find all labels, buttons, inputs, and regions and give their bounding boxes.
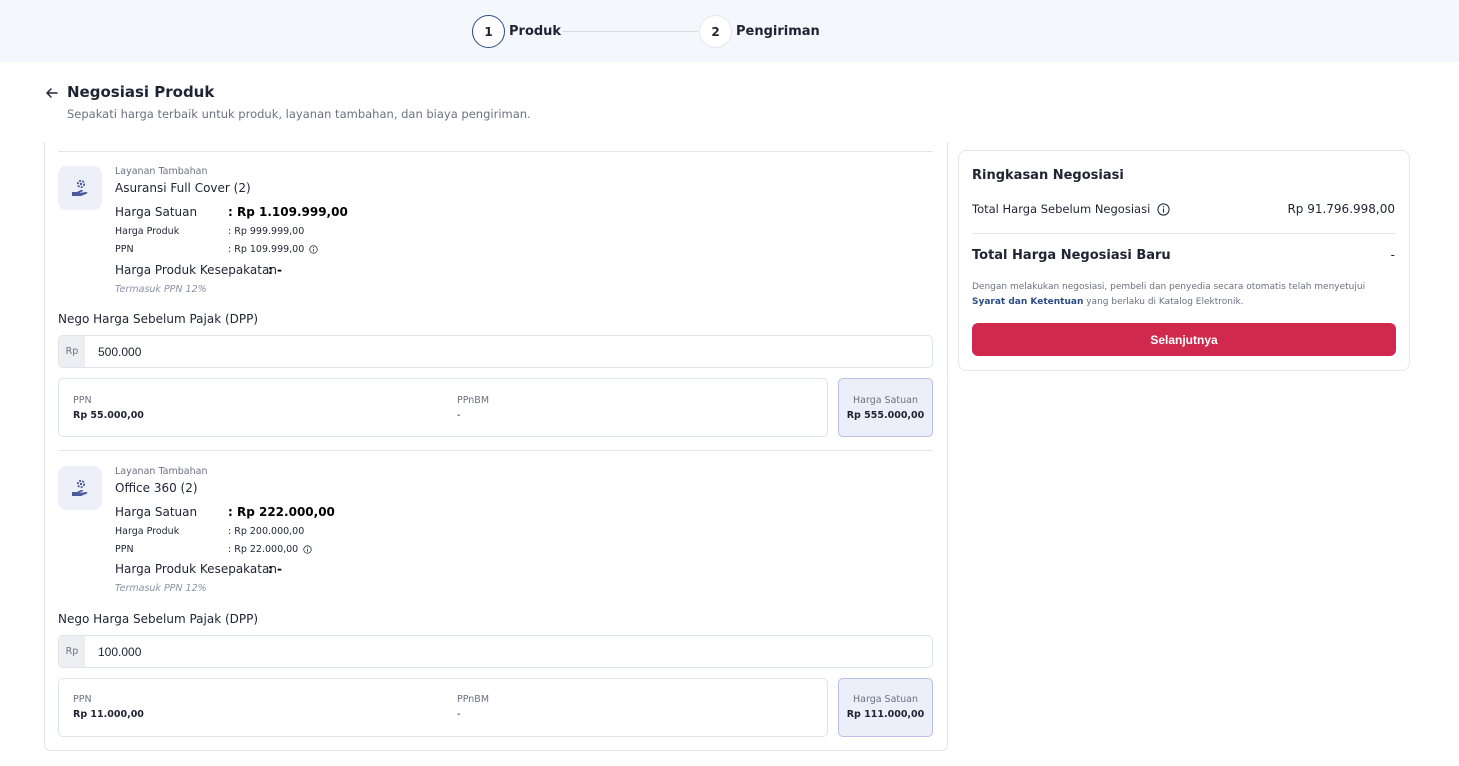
terms-note: Dengan melakukan negosiasi, pembeli dan … [972,280,1396,310]
tax-ppnbm-label: PPnBM [457,395,490,406]
item-category: Layanan Tambahan [115,166,208,177]
total-before-label: Total Harga Sebelum Negosiasi [972,202,1151,216]
summary-title: Ringkasan Negosiasi [972,168,1124,183]
summary-divider [972,233,1396,234]
terms-note-suffix: yang berlaku di Katalog Elektronik. [1086,297,1244,307]
tax-ppnbm-value: - [457,410,461,421]
product-price-label: Harga Produk [115,226,180,237]
step-connector [562,31,698,32]
agreed-price-label: Harga Produk Kesepakatan [115,263,277,277]
step-1-label: Produk [509,24,562,39]
agreed-price-label: Harga Produk Kesepakatan [115,562,277,576]
unit-box-value: Rp 555.000,00 [846,410,925,421]
total-new-label: Total Harga Negosiasi Baru [972,248,1171,263]
unit-price-label: Harga Satuan [115,205,198,219]
product-price-value: : Rp 999.999,00 [228,226,305,237]
unit-price-label: Harga Satuan [115,505,198,519]
agreed-price-value: : - [268,562,282,576]
item-category: Layanan Tambahan [115,466,208,477]
nego-dpp-label: Nego Harga Sebelum Pajak (DPP) [58,312,259,326]
stepper: 1 Produk 2 Pengiriman [0,0,1459,62]
next-button[interactable]: Selanjutnya [972,323,1396,356]
nego-dpp-label: Nego Harga Sebelum Pajak (DPP) [58,612,259,626]
currency-prefix: Rp [59,336,85,367]
tax-ppnbm-value: - [457,709,461,720]
step-2-number: 2 [711,24,720,39]
ppn-label: PPN [115,544,134,555]
step-1-number: 1 [484,24,493,39]
step-2-circle: 2 [699,15,732,48]
currency-prefix: Rp [59,636,85,667]
item-name: Asuransi Full Cover (2) [115,181,251,195]
tax-ppn-value: Rp 11.000,00 [73,709,144,720]
arrow-left-icon[interactable] [44,85,60,101]
item-divider [58,151,933,152]
total-before-value: Rp 91.796.998,00 [1287,202,1395,216]
product-price-value: : Rp 200.000,00 [228,526,305,537]
ppn-label: PPN [115,244,134,255]
total-new-value: - [1390,248,1395,262]
total-before-label-row: Total Harga Sebelum Negosiasi [972,202,1170,216]
page-title: Negosiasi Produk [67,83,215,101]
tax-ppn-label: PPN [73,694,92,705]
info-icon[interactable] [303,545,312,554]
step-1-circle: 1 [472,15,505,48]
unit-box-label: Harga Satuan [852,395,918,406]
unit-box-label: Harga Satuan [852,694,918,705]
unit-price-box: Harga Satuan Rp 555.000,00 [838,378,933,437]
page-subtitle: Sepakati harga terbaik untuk produk, lay… [67,107,531,121]
terms-link[interactable]: Syarat dan Ketentuan [972,297,1083,307]
item-divider [58,450,933,451]
unit-box-value: Rp 111.000,00 [846,709,925,720]
ppn-value: : Rp 22.000,00 [228,544,299,555]
step-2-label: Pengiriman [736,24,820,39]
negotiation-summary: Ringkasan Negosiasi Total Harga Sebelum … [958,150,1410,371]
tax-ppnbm-label: PPnBM [457,694,490,705]
tax-ppn-label: PPN [73,395,92,406]
hand-gear-icon [58,166,102,210]
tax-included-note: Termasuk PPN 12% [115,284,207,295]
tax-breakdown-box: PPN Rp 11.000,00 PPnBM - [58,678,828,737]
ppn-value-row: : Rp 109.999,00 [228,244,318,255]
nego-price-field[interactable]: Rp [58,635,933,668]
unit-price-value: : Rp 222.000,00 [228,505,335,519]
ppn-value-row: : Rp 22.000,00 [228,544,312,555]
nego-price-field[interactable]: Rp [58,335,933,368]
tax-ppn-value: Rp 55.000,00 [73,410,144,421]
product-price-label: Harga Produk [115,526,180,537]
unit-price-box: Harga Satuan Rp 111.000,00 [838,678,933,737]
nego-price-input[interactable] [85,336,932,367]
info-icon[interactable] [1157,202,1170,216]
nego-price-input[interactable] [85,636,932,667]
ppn-value: : Rp 109.999,00 [228,244,305,255]
tax-breakdown-box: PPN Rp 55.000,00 PPnBM - [58,378,828,437]
info-icon[interactable] [309,245,318,254]
tax-included-note: Termasuk PPN 12% [115,583,207,594]
terms-note-prefix: Dengan melakukan negosiasi, pembeli dan … [972,282,1366,292]
unit-price-value: : Rp 1.109.999,00 [228,205,348,219]
agreed-price-value: : - [268,263,282,277]
hand-gear-icon [58,466,102,510]
item-name: Office 360 (2) [115,481,198,495]
